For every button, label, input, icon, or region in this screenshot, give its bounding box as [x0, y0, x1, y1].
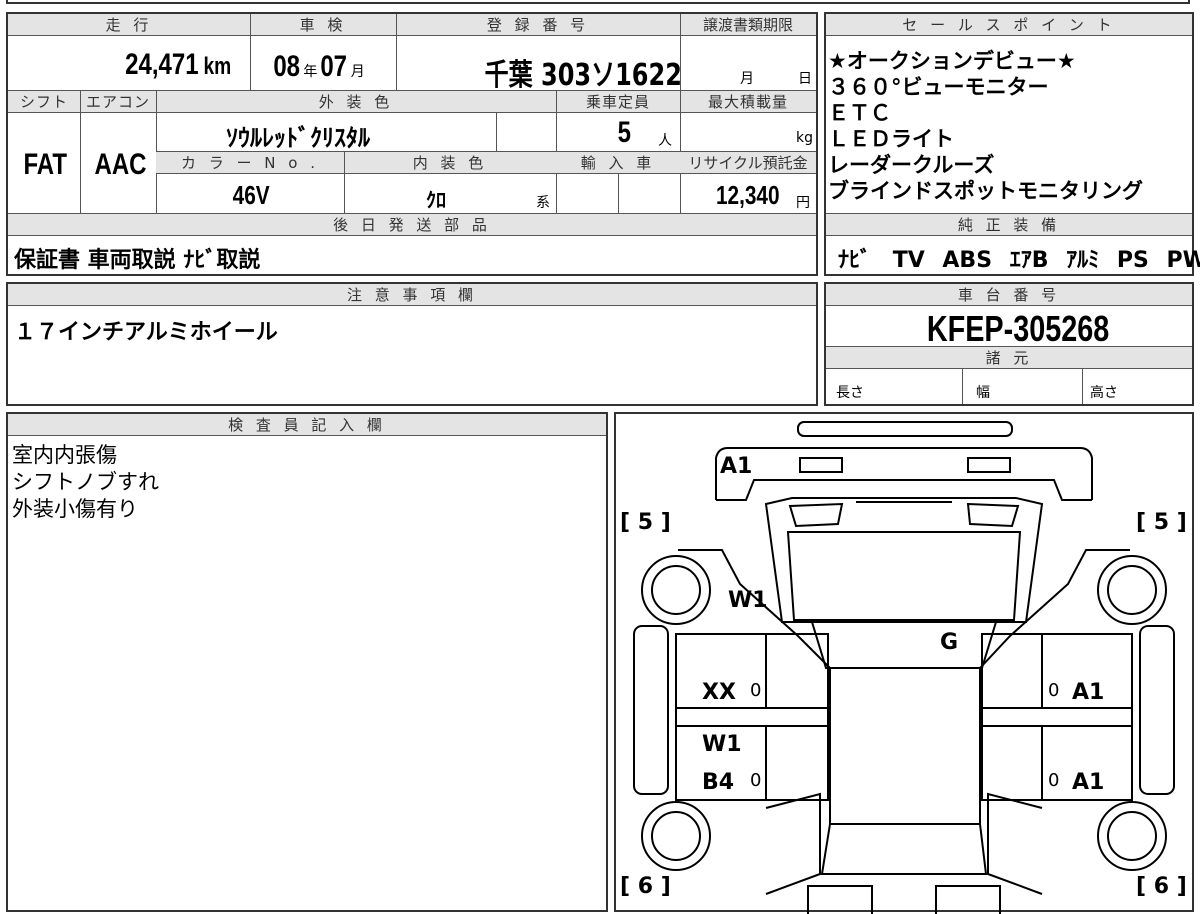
sales-points-box: セ ー ル ス ポ イ ン ト ★オークションデビュー★ ３６０°ビューモニター…	[824, 12, 1194, 276]
capacity-unit: 人	[658, 130, 672, 150]
load-header: 最大積載量	[680, 91, 816, 113]
equipment-list: ﾅﾋﾞ TV ABS ｴｱB ｱﾙﾐ PS PW	[838, 242, 1200, 274]
sales-point-item: レーダークルーズ	[828, 152, 1143, 178]
ext-color-header: 外 装 色	[156, 91, 556, 113]
inspector-note: 外装小傷有り	[12, 496, 159, 523]
sales-point-item: ★オークションデビュー★	[828, 48, 1143, 74]
int-color-header: 内 装 色	[344, 152, 556, 174]
front-bumper-top	[798, 422, 1012, 436]
ac-header: エアコン	[80, 91, 156, 113]
transfer-header: 譲渡書類期限	[680, 14, 816, 36]
later-parts-header: 後 日 発 送 部 品	[8, 214, 816, 236]
inspection-header: 車 検	[250, 14, 396, 36]
tire-front-left: [ 5 ]	[620, 510, 671, 535]
transfer-month: 月	[740, 68, 754, 88]
notes-header: 注 意 事 項 欄	[8, 284, 816, 306]
mark-windshield: W1	[728, 588, 768, 613]
inspector-note: 室内内張傷	[12, 442, 159, 469]
inspector-box: 検 査 員 記 入 欄 室内内張傷 シフトノブすれ 外装小傷有り	[6, 412, 608, 912]
door-marker: 0	[750, 680, 761, 701]
equipment-item: ABS	[942, 248, 992, 273]
tire-rear-right: [ 6 ]	[1136, 874, 1187, 899]
color-no-value: 46V	[228, 180, 274, 211]
top-strip	[6, 0, 1190, 4]
chassis-value: KFEP-305268	[904, 308, 1132, 350]
sales-point-item: ＬＥＤライト	[828, 126, 1143, 152]
capacity-header: 乗車定員	[556, 91, 680, 113]
recycle-value: 12,340	[708, 180, 788, 211]
mark-left-rear-door: B4	[702, 770, 734, 795]
mark-left-front-door: XX	[702, 680, 736, 705]
headlight-left	[800, 458, 842, 472]
mileage-value: 24,471km	[116, 48, 234, 82]
equipment-item: TV	[893, 248, 925, 273]
sales-point-item: ＥＴＣ	[828, 100, 1143, 126]
transfer-day: 日	[798, 68, 812, 88]
mark-roof: G	[940, 630, 958, 655]
inspector-notes: 室内内張傷 シフトノブすれ 外装小傷有り	[12, 442, 159, 523]
sales-points-list: ★オークションデビュー★ ３６０°ビューモニター ＥＴＣ ＬＥＤライト レーダー…	[828, 48, 1143, 204]
car-diagram-box: [ 5 ] [ 5 ] [ 6 ] [ 6 ] A1 W1 G XX W1 B4…	[614, 412, 1194, 912]
shift-header: シフト	[8, 91, 80, 113]
plate-header: 登 録 番 号	[396, 14, 680, 36]
equipment-item: ｴｱB	[1010, 248, 1049, 273]
ext-color-value: ｿｳﾙﾚｯﾄﾞｸﾘｽﾀﾙ	[226, 118, 370, 153]
chassis-box: 車 台 番 号 KFEP-305268 諸 元 長さ 幅 高さ	[824, 282, 1194, 406]
tire-rear-left: [ 6 ]	[620, 874, 671, 899]
door-marker: 0	[750, 770, 761, 791]
width-label: 幅	[976, 382, 990, 402]
int-color-suffix: 系	[536, 192, 550, 212]
color-no-header: カ ラ ー N o .	[156, 152, 344, 174]
length-label: 長さ	[836, 382, 864, 402]
roof-front	[812, 622, 996, 668]
windshield	[788, 532, 1020, 620]
rear-window	[822, 824, 986, 874]
door-marker: 0	[1048, 680, 1059, 701]
notes-box: 注 意 事 項 欄 １７インチアルミホイール	[6, 282, 818, 406]
equipment-item: ｱﾙﾐ	[1066, 248, 1099, 273]
headlight-right	[968, 458, 1010, 472]
equipment-item: ﾅﾋﾞ	[838, 248, 871, 273]
mark-right-front-door: A1	[1072, 680, 1104, 705]
capacity-value: 5	[616, 116, 633, 150]
hood	[766, 498, 1042, 622]
inspector-note: シフトノブすれ	[12, 469, 159, 496]
plate-value: 千葉 303ソ1622	[460, 50, 707, 94]
specs-header: 諸 元	[826, 347, 1192, 369]
int-color-value: ｸﾛ	[426, 184, 446, 213]
mark-right-rear-door: A1	[1072, 770, 1104, 795]
load-unit: kg	[796, 130, 813, 146]
later-parts-value: 保証書 車両取説 ﾅﾋﾞ取説	[14, 242, 260, 274]
recycle-unit: 円	[796, 192, 810, 212]
recycle-header: リサイクル預託金	[680, 152, 816, 174]
notes-value: １７インチアルミホイール	[14, 314, 278, 346]
sales-point-item: ブラインドスポットモニタリング	[828, 178, 1143, 204]
inspection-date: 08年07月	[270, 50, 365, 84]
mark-front: A1	[720, 454, 752, 479]
chassis-header: 車 台 番 号	[826, 284, 1192, 306]
right-sill	[1140, 626, 1174, 794]
sales-points-header: セ ー ル ス ポ イ ン ト	[826, 14, 1192, 36]
equipment-item: PW	[1167, 248, 1200, 273]
car-diagram	[616, 414, 1192, 914]
tire-front-right: [ 5 ]	[1136, 510, 1187, 535]
mileage-header: 走 行	[8, 14, 250, 36]
mark-left-rear-window: W1	[702, 732, 742, 757]
left-sill	[634, 626, 668, 794]
import-header: 輸 入 車	[556, 152, 680, 174]
shift-value: FAT	[18, 148, 72, 182]
ac-value: AAC	[88, 148, 153, 182]
roof	[830, 668, 980, 824]
equipment-header: 純 正 装 備	[826, 214, 1192, 236]
height-label: 高さ	[1090, 382, 1118, 402]
door-marker: 0	[1048, 770, 1059, 791]
inspector-header: 検 査 員 記 入 欄	[8, 414, 606, 436]
front-bumper	[716, 448, 1092, 500]
vehicle-info-table: 走 行 車 検 登 録 番 号 譲渡書類期限 24,471km 08年07月 千…	[6, 12, 818, 276]
sales-point-item: ３６０°ビューモニター	[828, 74, 1143, 100]
equipment-item: PS	[1117, 248, 1149, 273]
